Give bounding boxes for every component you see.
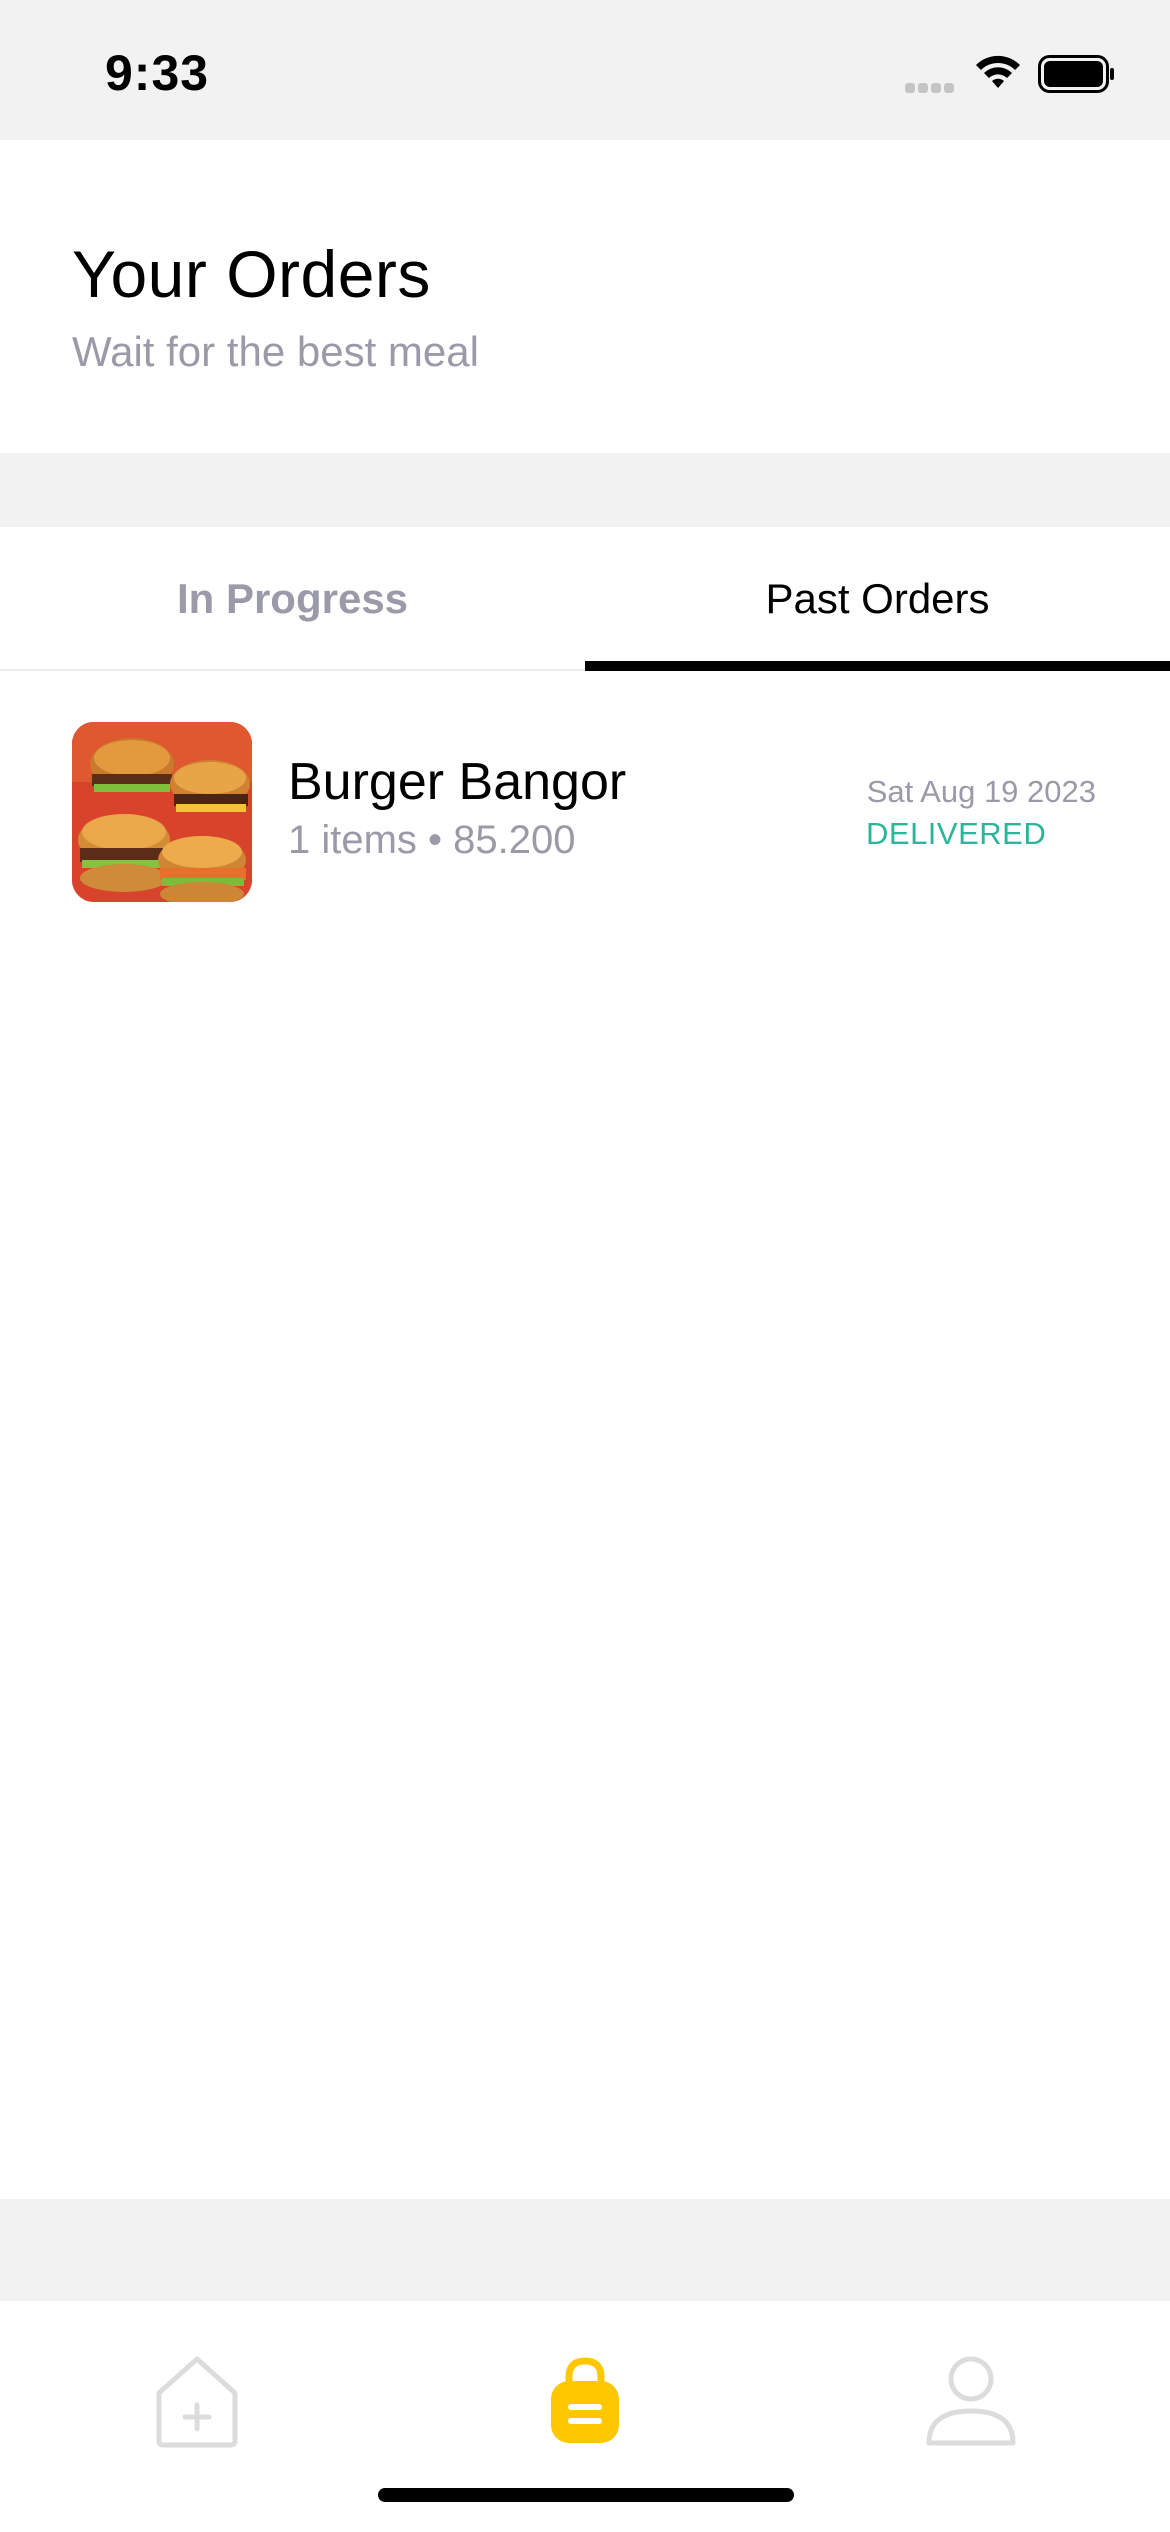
home-indicator <box>378 2488 794 2502</box>
tab-in-progress[interactable]: In Progress <box>0 527 585 671</box>
burger-photo <box>72 722 252 902</box>
nav-home[interactable] <box>137 2341 257 2461</box>
page-title: Your Orders <box>72 237 431 311</box>
wifi-icon <box>976 55 1020 88</box>
tab-past-orders[interactable]: Past Orders <box>585 527 1170 671</box>
nav-profile[interactable] <box>911 2341 1031 2461</box>
bottom-spacer <box>0 2199 1170 2301</box>
restaurant-name: Burger Bangor <box>288 753 627 811</box>
orders-screen: 9:33 Your Orders Wait for the best meal … <box>0 0 1170 2532</box>
page-header: Your Orders Wait for the best meal <box>0 140 1170 453</box>
section-divider <box>0 453 1170 527</box>
status-bar: 9:33 <box>0 0 1170 140</box>
order-list-item[interactable]: Burger Bangor 1 items • 85.200 Sat Aug 1… <box>0 700 1170 920</box>
order-summary: 1 items • 85.200 <box>288 818 576 862</box>
status-time: 9:33 <box>105 45 210 101</box>
signal-icon <box>905 80 959 93</box>
home-add-icon <box>156 2356 238 2448</box>
order-tabs: In Progress Past Orders <box>0 527 1170 671</box>
active-tab-indicator <box>585 661 1170 671</box>
page-subtitle: Wait for the best meal <box>72 328 479 375</box>
shopping-bag-icon <box>551 2357 619 2443</box>
order-date: Sat Aug 19 2023 <box>866 774 1096 809</box>
profile-icon <box>926 2356 1016 2446</box>
status-badge: DELIVERED <box>866 816 1047 851</box>
nav-orders[interactable] <box>525 2341 645 2461</box>
battery-icon <box>1038 55 1114 93</box>
